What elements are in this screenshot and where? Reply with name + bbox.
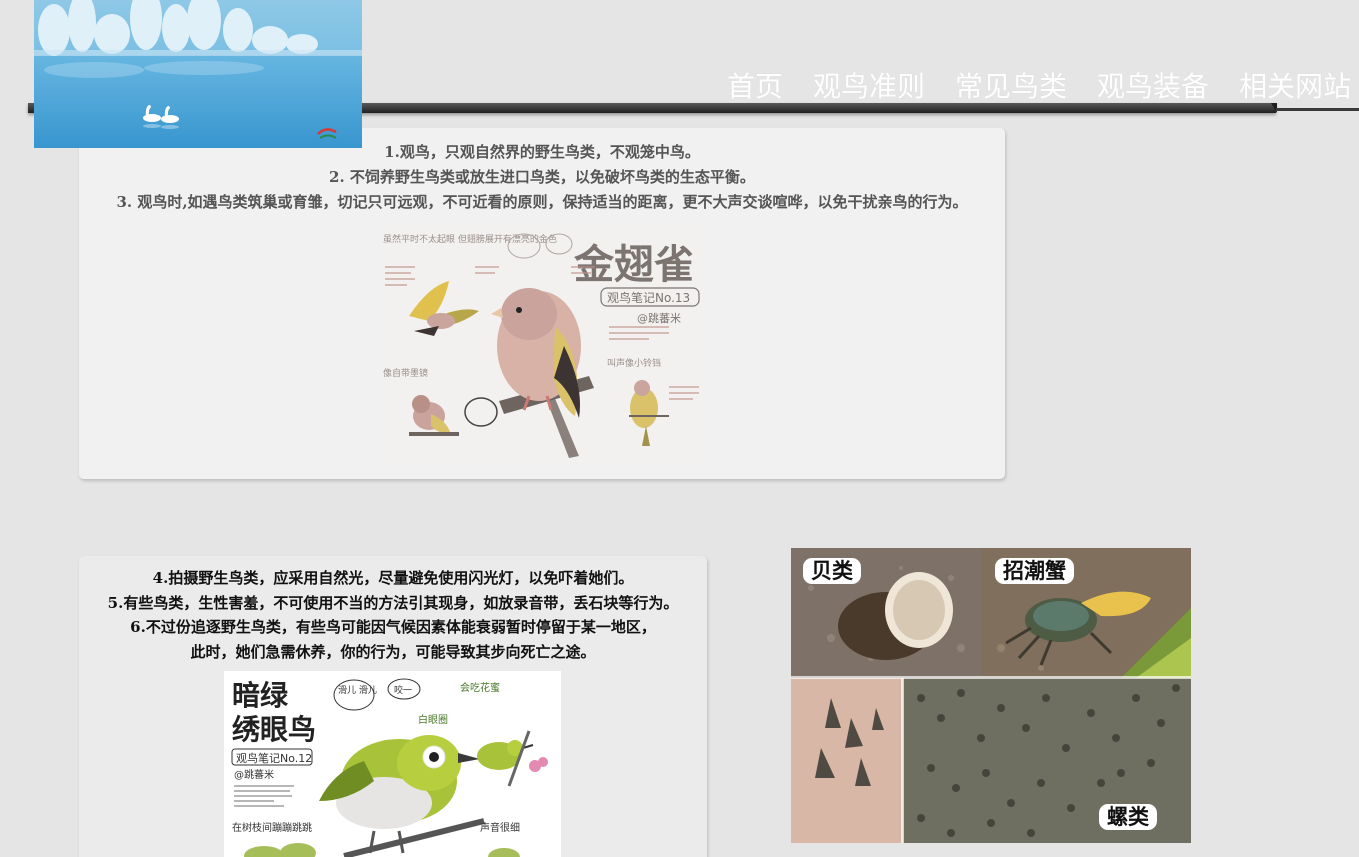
page: 首页 观鸟准则 常见鸟类 观鸟装备 相关网站 1.观鸟，只观自然界的野生鸟类，不… xyxy=(0,0,1359,857)
main-nav: 首页 观鸟准则 常见鸟类 观鸟装备 相关网站 xyxy=(712,66,1359,108)
header-line xyxy=(1276,108,1359,111)
rules-panel-1: 1.观鸟，只观自然界的野生鸟类，不观笼中鸟。 2. 不饲养野生鸟类或放生进口鸟类… xyxy=(79,128,1005,479)
nav-item-home[interactable]: 首页 xyxy=(712,66,798,108)
shellfish-label: 贝类 xyxy=(803,558,861,584)
rules-list-2: 4.拍摄野生鸟类，应采用自然光，尽量避免使用闪光灯，以免吓着她们。 5.有些鸟类… xyxy=(79,566,707,664)
goldfinch-title: 金翅雀 xyxy=(573,242,694,288)
goldfinch-illustration: 金翅雀 观鸟笔记No.13 @跳蕃米 虽然平时不太起眼 但翅膀展开有漂亮的金色 … xyxy=(379,226,709,464)
nav-item-birdwatching-rules[interactable]: 观鸟准则 xyxy=(798,66,940,108)
rules-list-1: 1.观鸟，只观自然界的野生鸟类，不观笼中鸟。 2. 不饲养野生鸟类或放生进口鸟类… xyxy=(79,140,1005,215)
white-eye-note-6: 声音很细 xyxy=(480,821,520,834)
nav-item-equipment[interactable]: 观鸟装备 xyxy=(1082,66,1224,108)
goldfinch-note: 观鸟笔记No.13 xyxy=(607,290,690,305)
rule-item: 5.有些鸟类，生性害羞，不可使用不当的方法引其现身，如放录音带，丢石块等行为。 xyxy=(107,593,679,612)
goldfinch-note-3: 叫声像小铃铛 xyxy=(607,357,661,369)
rule-item: 此时，她们急需休养，你的行为，可能导致其步向死亡之途。 xyxy=(190,642,596,661)
white-eye-note: 观鸟笔记No.12 xyxy=(236,751,312,765)
white-eye-note-2: 咬一 xyxy=(394,684,412,696)
rule-item: 3. 观鸟时,如遇鸟类筑巢或育雏，切记只可远观，不可近看的原则，保持适当的距离，… xyxy=(116,193,968,211)
white-eye-title-line2: 绣眼鸟 xyxy=(232,713,316,746)
white-eye-note-3: 会吃花蜜 xyxy=(460,681,500,694)
fiddler-crab-label: 招潮蟹 xyxy=(995,558,1074,584)
rule-item: 4.拍摄野生鸟类，应采用自然光，尽量避免使用闪光灯，以免吓着她们。 xyxy=(152,569,634,587)
white-eye-note-4: 白眼圈 xyxy=(418,713,448,726)
nav-item-related-sites[interactable]: 相关网站 xyxy=(1224,66,1359,108)
white-eye-title-line1: 暗绿 xyxy=(232,679,289,712)
white-eye-author: @跳蕃米 xyxy=(234,768,274,781)
nav-item-common-birds[interactable]: 常见鸟类 xyxy=(940,66,1082,108)
bird-food-photo[interactable]: 贝类 招潮蟹 螺类 xyxy=(791,548,1191,843)
snail-label: 螺类 xyxy=(1099,804,1157,830)
white-eye-note-5: 在树枝间蹦蹦跳跳 xyxy=(232,821,312,834)
white-eye-illustration: 暗绿 绣眼鸟 观鸟笔记No.12 @跳蕃米 滑儿 滑儿 咬一 会吃花蜜 白眼圈 … xyxy=(224,671,561,857)
goldfinch-author: @跳蕃米 xyxy=(637,311,681,325)
swan-lake-logo-image[interactable] xyxy=(34,0,362,148)
rules-panel-2: 4.拍摄野生鸟类，应采用自然光，尽量避免使用闪光灯，以免吓着她们。 5.有些鸟类… xyxy=(79,556,707,857)
goldfinch-note-2: 像自带墨镜 xyxy=(383,367,428,379)
rule-item: 6.不过份追逐野生鸟类，有些鸟可能因气候因素体能衰弱暂时停留于某一地区， xyxy=(130,618,656,636)
white-eye-note-1: 滑儿 滑儿 xyxy=(338,685,377,696)
rule-item: 2. 不饲养野生鸟类或放生进口鸟类，以免破坏鸟类的生态平衡。 xyxy=(329,168,755,186)
